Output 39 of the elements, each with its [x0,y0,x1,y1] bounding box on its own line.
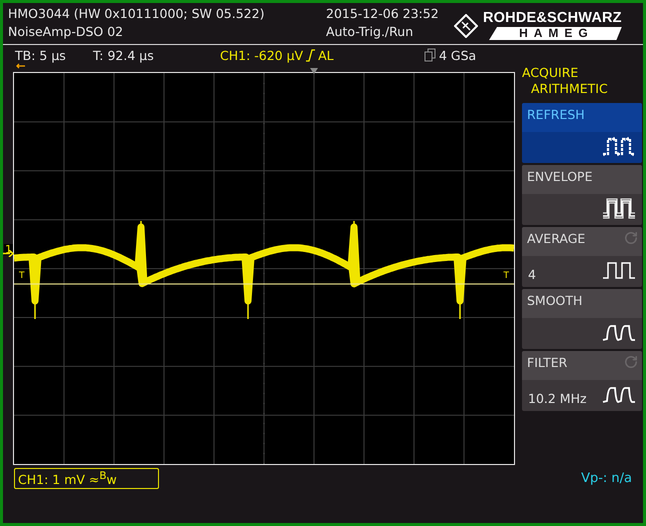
channel-setting[interactable]: CH1: 1 mV ≈$^{B}$w [14,468,159,490]
rotary-knob-icon [624,355,638,369]
menu-softkey[interactable]: AVERAGE 4 [522,227,642,287]
softkey-label: AVERAGE [527,231,586,246]
stack-icon [424,48,436,62]
smoothed-pulse-icon [602,322,636,344]
trigger-mode: AL [318,48,334,62]
envelope-pulse-icon [602,198,636,220]
rotary-knob-icon [624,231,638,245]
softkey-label: REFRESH [527,107,585,122]
brand-banner: HAMEG [489,27,622,40]
noisy-pulse-icon [602,136,636,158]
trigger-time: T: 92.4 µs [93,48,155,62]
menu-softkey[interactable]: REFRESH [522,103,642,163]
menu-softkey[interactable]: FILTER 10.2 MHz [522,351,642,411]
brand-name: ROHDE&SCHWARZ [483,11,622,26]
rising-edge-icon [306,48,316,62]
softkey-value: 4 [528,267,536,282]
menu-softkey[interactable]: ENVELOPE [522,165,642,225]
softkey-label: SMOOTH [527,293,582,308]
setup-name: NoiseAmp-DSO 02 [8,24,124,40]
sample-rate: 4 GSa [439,48,476,62]
softkey-label: ENVELOPE [527,169,592,184]
menu-softkey[interactable]: SMOOTH [522,289,642,349]
logo-icon [454,14,478,38]
timestamp: 2015-12-06 23:52 [326,6,440,22]
menu-subtitle: ARITHMETIC [531,81,609,97]
softkey-value: 10.2 MHz [528,391,587,406]
measurement-readout: Vp-: n/a [581,471,632,486]
trigger-marker: T [18,272,26,281]
smoothed-pulse-icon [602,384,636,406]
square-pulse-icon [602,260,636,282]
time-reference-icon [16,63,26,70]
trigger-level: CH1: -620 µV [220,48,304,62]
menu-title: ACQUIRE [522,65,580,81]
timebase: TB: 5 µs [15,48,67,62]
run-state: Auto-Trig./Run [326,24,414,40]
softkey-label: FILTER [527,355,568,370]
device-info: HMO3044 (HW 0x10111000; SW 05.522) [8,6,266,22]
